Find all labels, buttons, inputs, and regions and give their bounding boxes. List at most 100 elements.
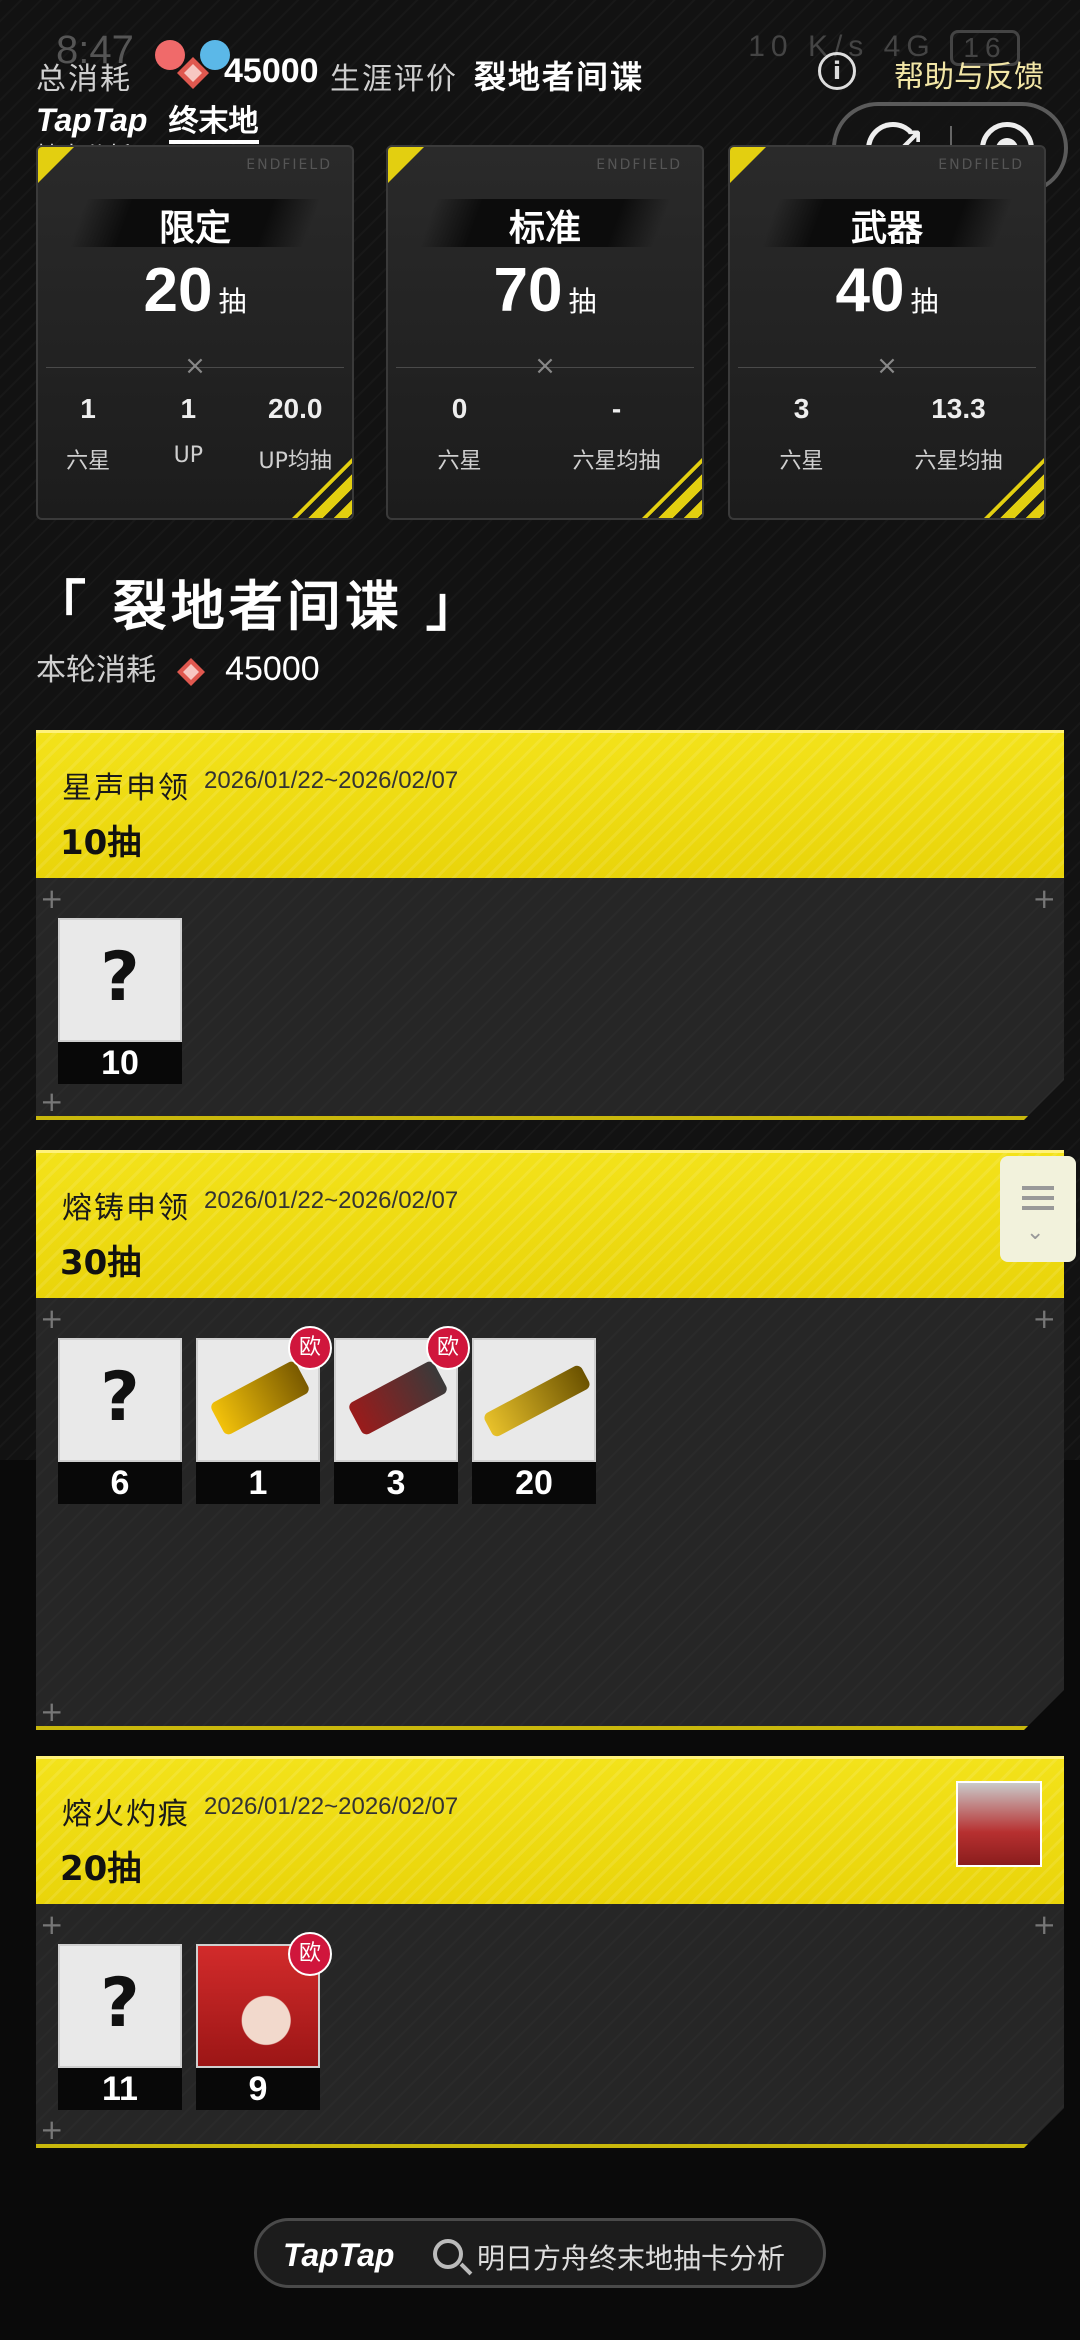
unknown-item-image: ? [58, 918, 182, 1042]
banner-name: 熔火灼痕 [62, 1797, 190, 1832]
card-stats: 0 六星 - 六星均抽 [388, 393, 702, 475]
card-count: 70 抽 [388, 255, 702, 326]
plus-mark: + [1032, 882, 1056, 915]
search-icon [433, 2239, 463, 2269]
card-tag: ENDFIELD [938, 157, 1024, 173]
stat-value: - [611, 393, 622, 424]
card-title: 标准 [508, 208, 581, 249]
stat-six-star-average: 13.3 六星均抽 [914, 393, 1002, 475]
pool-cost-label: 本轮消耗 [36, 653, 156, 688]
banner-name: 星声申领 [62, 771, 190, 806]
banner-date: 2026/01/22~2026/02/07 [204, 1793, 459, 1820]
stat-value: 13.3 [931, 393, 986, 424]
total-cost-label: 总消耗 [36, 62, 132, 97]
stat-six-star-average: - 六星均抽 [572, 393, 660, 475]
pull-item[interactable]: 3 欧 [334, 1338, 458, 1504]
banner-header[interactable]: 熔火灼痕 2026/01/22~2026/02/07 20抽 [36, 1756, 1064, 1904]
pull-items: ? 10 [58, 918, 182, 1084]
stat-label: UP均抽 [258, 449, 332, 474]
banner-body: + + + ? 10 [36, 878, 1064, 1120]
card-stats: 3 六星 13.3 六星均抽 [730, 393, 1044, 475]
pull-item[interactable]: ? 11 [58, 1944, 182, 2110]
gem-icon [176, 657, 205, 686]
banner-pulls: 10抽 [60, 823, 142, 863]
unknown-item-image: ? [58, 1338, 182, 1462]
gem-icon [177, 57, 209, 89]
plus-mark: + [40, 1695, 64, 1728]
taptap-logo: TapTap [283, 2237, 395, 2273]
stat-label: 六星均抽 [572, 449, 661, 474]
pull-count: 20 [472, 1462, 596, 1504]
banner-pulls: 20抽 [60, 1849, 142, 1889]
card-count: 20 抽 [38, 255, 352, 326]
card-divider-mark: × [534, 351, 556, 381]
lucky-badge: 欧 [288, 1932, 332, 1976]
lucky-badge: 欧 [426, 1326, 470, 1370]
stat-six-star: 1 六星 [58, 393, 118, 475]
rifle-icon [482, 1364, 591, 1439]
banner-header[interactable]: 熔铸申领 2026/01/22~2026/02/07 30抽 [36, 1150, 1064, 1298]
stat-value: 1 [80, 393, 96, 424]
banner-header[interactable]: 星声申领 2026/01/22~2026/02/07 10抽 [36, 730, 1064, 878]
help-feedback-link[interactable]: 帮助与反馈 [894, 52, 1044, 96]
question-mark-icon: ? [100, 1964, 140, 2043]
stat-six-star: 0 六星 [429, 393, 489, 475]
lucky-badge: 欧 [288, 1326, 332, 1370]
plus-mark: + [40, 1085, 64, 1118]
banner-section: 熔铸申领 2026/01/22~2026/02/07 30抽 + + + ? 6… [36, 1150, 1064, 1730]
stat-card-standard[interactable]: ENDFIELD 标准 70 抽 × 0 六星 - 六星均抽 [386, 145, 704, 520]
stat-six-star: 3 六星 [771, 393, 831, 475]
taptap-logo: TapTap [36, 102, 148, 138]
plus-mark: + [1032, 1302, 1056, 1335]
brand-logo: TapTap 终末地 抽卡分析 [36, 96, 259, 170]
stat-card-weapon[interactable]: ENDFIELD 武器 40 抽 × 3 六星 13.3 六星均抽 [728, 145, 1046, 520]
stat-label: 六星 [437, 449, 482, 474]
gun-icon [209, 1360, 311, 1437]
card-corner [730, 147, 766, 183]
card-stats: 1 六星 1 UP 20.0 UP均抽 [38, 393, 352, 475]
card-title: 武器 [850, 208, 923, 249]
pull-count: 9 [196, 2068, 320, 2110]
plus-mark: + [40, 882, 64, 915]
weapon-image [472, 1338, 596, 1462]
endfield-logo: 终末地 [168, 96, 259, 144]
card-tag: ENDFIELD [596, 157, 682, 173]
pull-item[interactable]: ? 10 [58, 918, 182, 1084]
taptap-search-bar[interactable]: TapTap 明日方舟终末地抽卡分析 [254, 2218, 826, 2288]
card-tag: ENDFIELD [246, 157, 332, 173]
card-corner [38, 147, 74, 183]
info-icon[interactable]: i [818, 52, 856, 90]
stat-label: 六星 [66, 449, 111, 474]
stat-label: 六星均抽 [914, 449, 1003, 474]
banner-underline [36, 2144, 1028, 2148]
banner-date: 2026/01/22~2026/02/07 [204, 767, 459, 794]
pull-item[interactable]: 1 欧 [196, 1338, 320, 1504]
pool-cost: 本轮消耗 45000 [36, 645, 320, 689]
pull-item[interactable]: 20 [472, 1338, 596, 1504]
card-count-unit: 抽 [910, 285, 939, 318]
pull-items: ? 11 9 欧 [58, 1944, 320, 2110]
pull-count: 6 [58, 1462, 182, 1504]
pull-item[interactable]: ? 6 [58, 1338, 182, 1504]
stat-label: 六星 [779, 449, 824, 474]
stat-card-limited[interactable]: ENDFIELD 限定 20 抽 × 1 六星 1 UP 20.0 UP均抽 [36, 145, 354, 520]
card-divider-mark: × [184, 351, 206, 381]
plus-mark: + [40, 1908, 64, 1941]
menu-lines-icon [1022, 1186, 1054, 1210]
pull-item[interactable]: 9 欧 [196, 1944, 320, 2110]
card-count-unit: 抽 [568, 285, 597, 318]
banner-name: 熔铸申领 [62, 1191, 190, 1226]
unknown-item-image: ? [58, 1944, 182, 2068]
stat-value: 3 [793, 393, 810, 424]
banner-body: + + + ? 11 9 欧 [36, 1904, 1064, 2148]
card-count-value: 20 [143, 256, 213, 325]
question-mark-icon: ? [100, 938, 140, 1017]
rating-label: 生涯评价 [330, 62, 458, 97]
stat-label: UP [173, 443, 203, 468]
stat-value: 0 [451, 393, 468, 424]
card-count: 40 抽 [730, 255, 1044, 326]
card-corner [388, 147, 424, 183]
scroll-handle[interactable]: ⌄ [1000, 1156, 1076, 1262]
banner-section: 星声申领 2026/01/22~2026/02/07 10抽 + + + ? 1… [36, 730, 1064, 1120]
stat-up-average: 20.0 UP均抽 [259, 393, 332, 475]
